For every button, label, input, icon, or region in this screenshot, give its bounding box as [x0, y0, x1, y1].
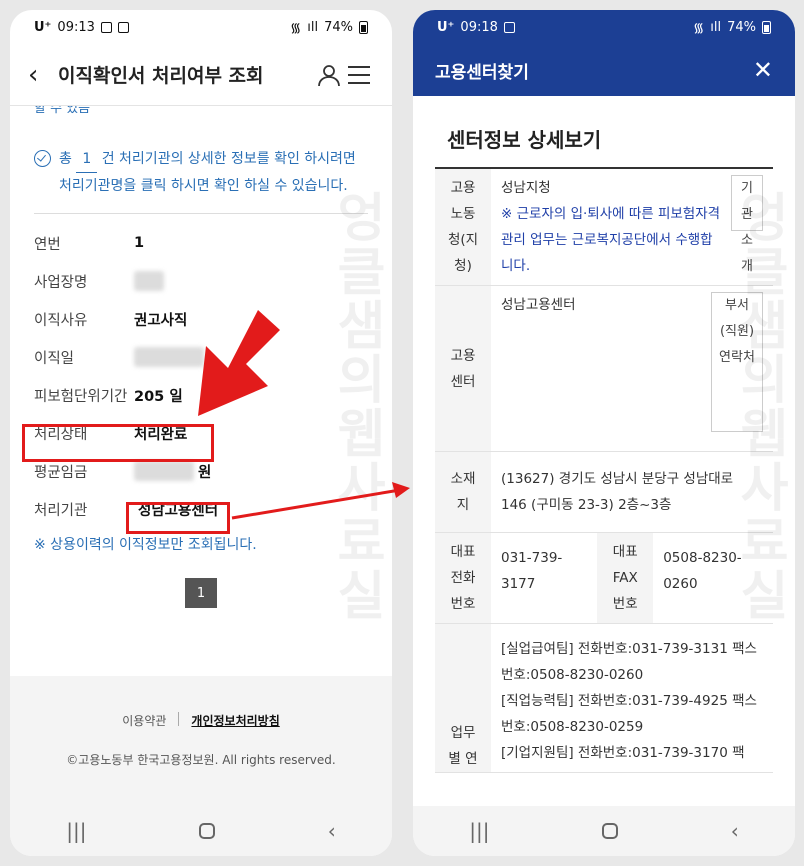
big-arrow-icon — [198, 310, 280, 416]
arrow-head-icon — [392, 482, 410, 498]
connector-line — [231, 488, 401, 520]
annotation-arrows — [198, 310, 410, 520]
